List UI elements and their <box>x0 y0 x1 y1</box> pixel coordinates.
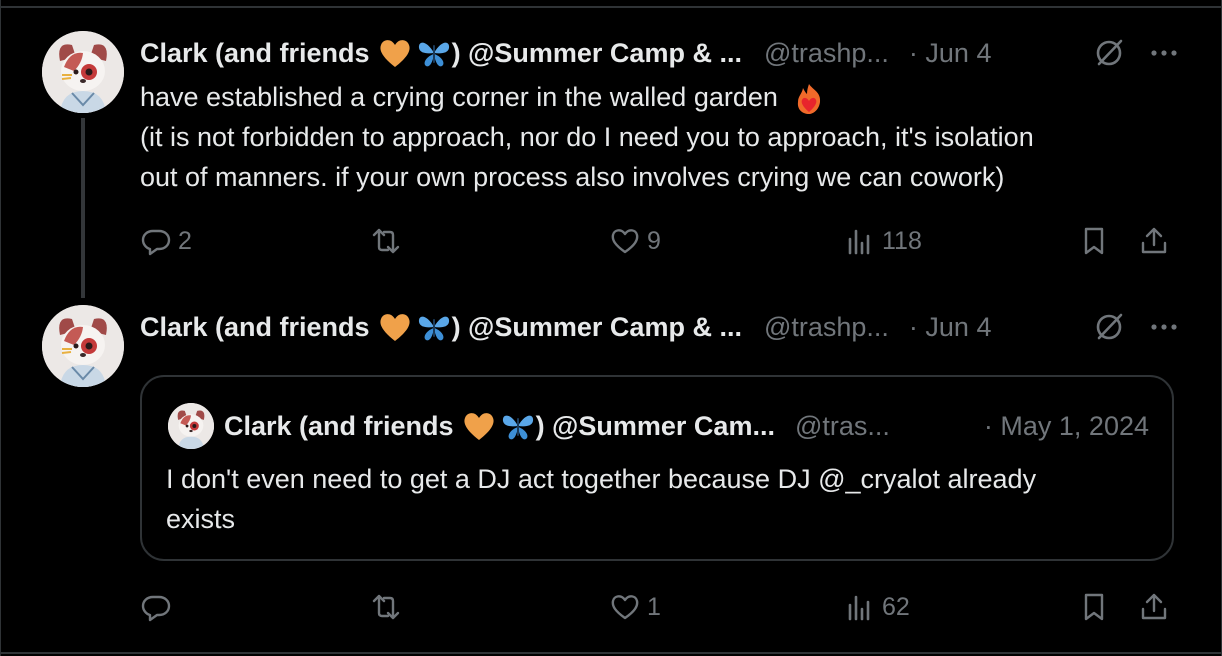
quoted-text: I don't even need to get a DJ act togeth… <box>166 459 1156 539</box>
author-handle[interactable]: @trashp... <box>764 312 889 343</box>
avatar-dog-icon <box>42 305 124 387</box>
butterfly-icon <box>418 42 449 67</box>
quoted-text-line: exists <box>166 504 236 534</box>
more-options-icon[interactable] <box>1148 311 1180 343</box>
grok-icon[interactable] <box>1092 310 1126 344</box>
orange-heart-icon <box>463 413 494 440</box>
top-divider <box>0 6 1222 8</box>
repost-button[interactable] <box>370 219 408 263</box>
quoted-author-suffix: ) @Summer Cam... <box>535 410 775 441</box>
quoted-text-line: I don't even need to get a DJ act togeth… <box>166 464 1037 494</box>
avatar-dog-icon <box>42 31 124 113</box>
butterfly-icon <box>502 415 533 440</box>
tweet-text: have established a crying corner in the … <box>140 77 1190 197</box>
tweet-actions: 1 62 <box>140 585 1175 629</box>
author-name[interactable]: Clark (and friends <box>140 38 370 69</box>
tweet-header: Clark (and friends ) @Summer Camp & ... … <box>140 307 1180 347</box>
reply-icon <box>141 229 171 256</box>
author-suffix[interactable]: ) @Summer Camp & ... <box>452 312 742 343</box>
more-options-icon[interactable] <box>1148 37 1180 69</box>
repost-button[interactable] <box>370 585 408 629</box>
quoted-date: · May 1, 2024 <box>983 410 1149 441</box>
tweet-text-line: (it is not forbidden to approach, nor do… <box>140 122 1034 152</box>
heart-on-fire-icon <box>798 83 821 114</box>
reply-button[interactable] <box>140 585 178 629</box>
quoted-avatar[interactable] <box>168 403 214 449</box>
butterfly-icon <box>418 316 449 341</box>
author-suffix[interactable]: ) @Summer Camp & ... <box>452 38 742 69</box>
bookmark-icon <box>1084 227 1104 255</box>
views-count: 118 <box>882 226 922 255</box>
share-icon <box>1141 227 1167 254</box>
reply-icon <box>141 595 171 622</box>
quoted-author-name: Clark (and friends <box>224 410 454 441</box>
tweet-date[interactable]: · Jun 4 <box>909 312 992 343</box>
repost-icon <box>372 594 400 620</box>
tweet-header: Clark (and friends ) @Summer Camp & ... … <box>140 33 1180 73</box>
tweet-actions: 2 9 118 <box>140 219 1175 263</box>
thread-connector <box>81 118 85 298</box>
orange-heart-icon <box>379 314 410 341</box>
author-handle[interactable]: @trashp... <box>764 38 889 69</box>
views-count: 62 <box>882 592 910 621</box>
like-count: 1 <box>647 592 661 621</box>
bookmark-button[interactable] <box>1078 585 1110 629</box>
bookmark-button[interactable] <box>1078 219 1110 263</box>
bookmark-icon <box>1084 593 1104 621</box>
quoted-tweet[interactable]: Clark (and friends ) @Summer Cam... @tra… <box>140 375 1174 561</box>
reply-count: 2 <box>178 226 192 255</box>
avatar[interactable] <box>42 31 124 113</box>
tweet-text-line: have established a crying corner in the … <box>140 82 778 112</box>
orange-heart-icon <box>379 40 410 67</box>
quoted-header: Clark (and friends ) @Summer Cam... @tra… <box>224 405 1149 447</box>
bottom-divider <box>0 652 1222 654</box>
grok-icon[interactable] <box>1092 36 1126 70</box>
reply-button[interactable]: 2 <box>140 219 192 263</box>
views-chart-icon <box>848 595 870 621</box>
views-button[interactable]: 118 <box>844 219 922 263</box>
share-button[interactable] <box>1138 585 1170 629</box>
like-count: 9 <box>647 226 661 255</box>
views-chart-icon <box>848 229 870 255</box>
avatar[interactable] <box>42 305 124 387</box>
quoted-handle: @tras... <box>794 410 890 441</box>
author-name[interactable]: Clark (and friends <box>140 312 370 343</box>
heart-icon <box>611 595 639 620</box>
repost-icon <box>372 228 400 254</box>
like-button[interactable]: 1 <box>609 585 661 629</box>
avatar-dog-icon <box>168 403 214 449</box>
tweet-date[interactable]: · Jun 4 <box>909 38 992 69</box>
like-button[interactable]: 9 <box>609 219 661 263</box>
share-button[interactable] <box>1138 219 1170 263</box>
share-icon <box>1141 593 1167 620</box>
views-button[interactable]: 62 <box>844 585 910 629</box>
tweet-text-line: out of manners. if your own process also… <box>140 162 1005 192</box>
heart-icon <box>611 229 639 254</box>
